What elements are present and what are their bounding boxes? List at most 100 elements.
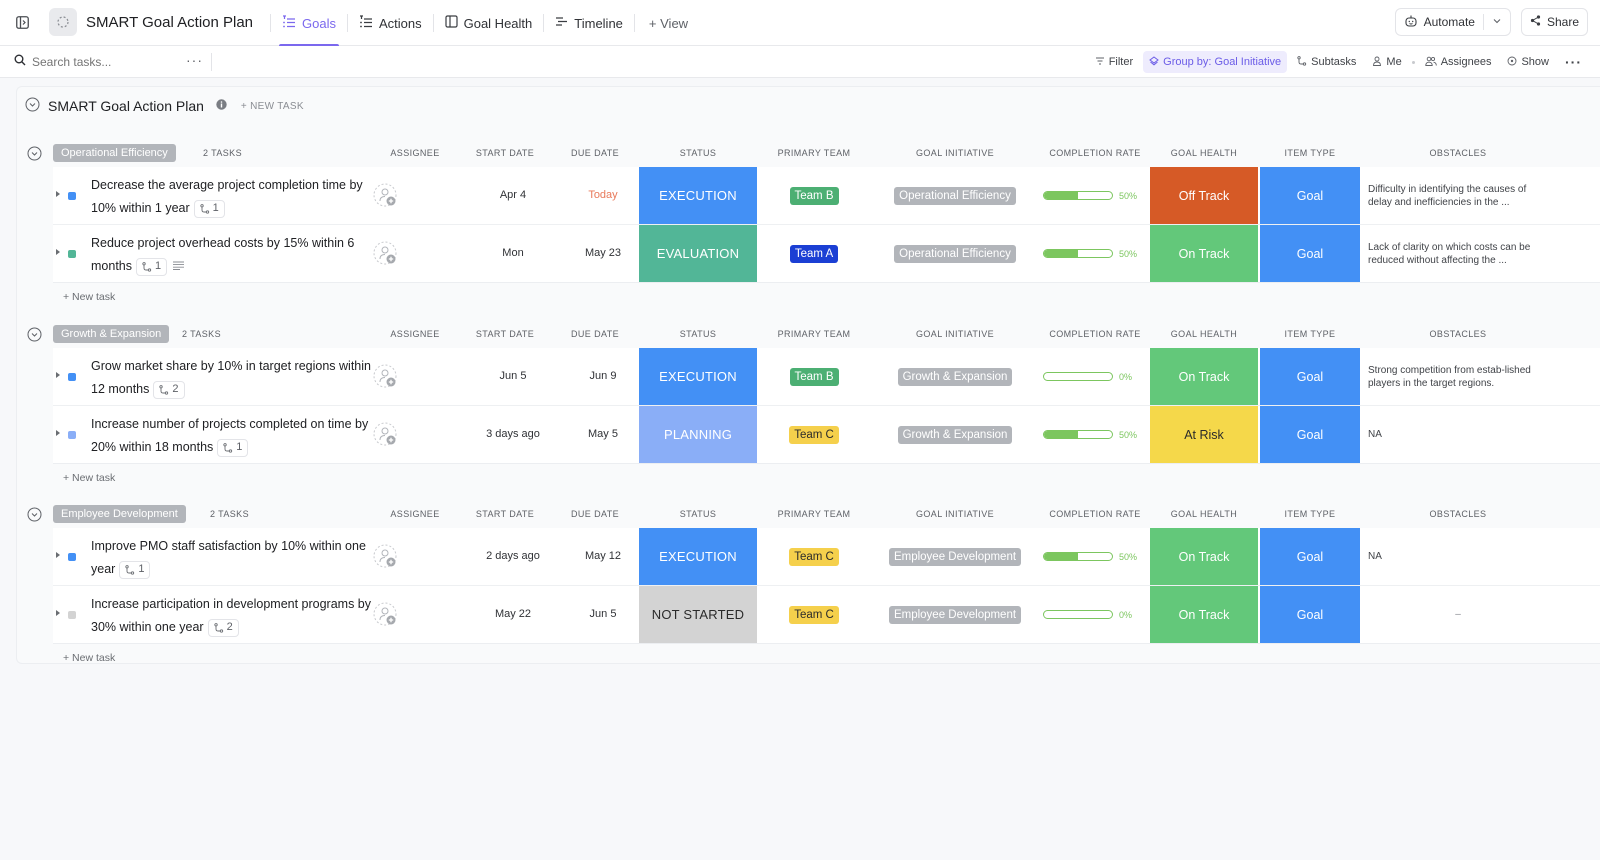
column-header-assignee[interactable]: ASSIGNEE bbox=[375, 329, 455, 339]
goal-initiative-cell[interactable]: Operational Efficiency bbox=[873, 167, 1037, 224]
column-header-completion-rate[interactable]: COMPLETION RATE bbox=[1040, 509, 1150, 519]
status-indicator-icon[interactable] bbox=[68, 611, 76, 619]
add-assignee-icon[interactable] bbox=[373, 183, 399, 212]
column-header-assignee[interactable]: ASSIGNEE bbox=[375, 148, 455, 158]
status-indicator-icon[interactable] bbox=[68, 192, 76, 200]
due-date[interactable]: May 12 bbox=[563, 550, 643, 562]
column-header-status[interactable]: STATUS bbox=[639, 148, 757, 158]
due-date[interactable]: Today bbox=[563, 189, 643, 201]
subtask-count-badge[interactable]: 1 bbox=[193, 199, 225, 218]
me-button[interactable]: Me bbox=[1366, 51, 1407, 73]
tab-timeline[interactable]: Timeline bbox=[544, 0, 634, 46]
status-indicator-icon[interactable] bbox=[68, 553, 76, 561]
column-header-start-date[interactable]: START DATE bbox=[465, 148, 545, 158]
due-date[interactable]: May 5 bbox=[563, 428, 643, 440]
column-header-status[interactable]: STATUS bbox=[639, 509, 757, 519]
add-task-button[interactable]: + New task bbox=[63, 472, 115, 484]
start-date[interactable]: 2 days ago bbox=[473, 550, 553, 562]
goal-health-cell[interactable]: On Track bbox=[1150, 586, 1258, 643]
collapse-group-icon[interactable] bbox=[27, 327, 42, 345]
completion-rate-cell[interactable]: 0% bbox=[1043, 348, 1153, 405]
task-name[interactable]: Grow market share by 10% in target regio… bbox=[91, 359, 371, 396]
item-type-cell[interactable]: Goal bbox=[1260, 348, 1360, 405]
primary-team-cell[interactable]: Team C bbox=[759, 528, 869, 585]
search-input[interactable] bbox=[32, 54, 172, 69]
obstacles-cell[interactable]: – bbox=[1368, 586, 1548, 643]
completion-rate-cell[interactable]: 50% bbox=[1043, 406, 1153, 463]
expand-subtasks-icon[interactable] bbox=[56, 430, 60, 436]
subtask-count-badge[interactable]: 1 bbox=[217, 438, 249, 457]
item-type-cell[interactable]: Goal bbox=[1260, 586, 1360, 643]
column-header-goal-health[interactable]: GOAL HEALTH bbox=[1150, 509, 1258, 519]
obstacles-cell[interactable]: Lack of clarity on which costs can be re… bbox=[1368, 225, 1548, 282]
goal-health-cell[interactable]: Off Track bbox=[1150, 167, 1258, 224]
goal-initiative-cell[interactable]: Employee Development bbox=[873, 586, 1037, 643]
primary-team-cell[interactable]: Team C bbox=[759, 406, 869, 463]
task-name-cell[interactable]: Increase number of projects completed on… bbox=[91, 413, 381, 459]
column-header-goal-health[interactable]: GOAL HEALTH bbox=[1150, 148, 1258, 158]
goal-initiative-cell[interactable]: Employee Development bbox=[873, 528, 1037, 585]
goal-initiative-cell[interactable]: Growth & Expansion bbox=[873, 348, 1037, 405]
primary-team-cell[interactable]: Team B bbox=[759, 167, 869, 224]
status-indicator-icon[interactable] bbox=[68, 250, 76, 258]
completion-rate-cell[interactable]: 50% bbox=[1043, 225, 1153, 282]
space-icon[interactable] bbox=[49, 8, 77, 36]
collapse-group-icon[interactable] bbox=[27, 507, 42, 525]
item-type-cell[interactable]: Goal bbox=[1260, 225, 1360, 282]
column-header-goal-initiative[interactable]: GOAL INITIATIVE bbox=[873, 509, 1037, 519]
goal-health-cell[interactable]: On Track bbox=[1150, 348, 1258, 405]
due-date[interactable]: Jun 5 bbox=[563, 608, 643, 620]
primary-team-cell[interactable]: Team B bbox=[759, 348, 869, 405]
add-task-button[interactable]: + New task bbox=[63, 291, 115, 303]
task-row[interactable]: Reduce project overhead costs by 15% wit… bbox=[53, 225, 1600, 283]
expand-subtasks-icon[interactable] bbox=[56, 610, 60, 616]
completion-rate-cell[interactable]: 50% bbox=[1043, 167, 1153, 224]
status-cell[interactable]: EXECUTION bbox=[639, 167, 757, 224]
column-header-obstacles[interactable]: OBSTACLES bbox=[1368, 509, 1548, 519]
start-date[interactable]: May 22 bbox=[473, 608, 553, 620]
column-header-due-date[interactable]: DUE DATE bbox=[555, 509, 635, 519]
group-name-badge[interactable]: Employee Development bbox=[53, 505, 186, 523]
status-cell[interactable]: EXECUTION bbox=[639, 348, 757, 405]
expand-subtasks-icon[interactable] bbox=[56, 372, 60, 378]
obstacles-cell[interactable]: NA bbox=[1368, 528, 1548, 585]
add-view-button[interactable]: + View bbox=[635, 0, 702, 46]
task-row[interactable]: Increase number of projects completed on… bbox=[53, 406, 1600, 464]
column-header-goal-initiative[interactable]: GOAL INITIATIVE bbox=[873, 329, 1037, 339]
add-assignee-icon[interactable] bbox=[373, 241, 399, 270]
start-date[interactable]: Jun 5 bbox=[473, 370, 553, 382]
add-assignee-icon[interactable] bbox=[373, 364, 399, 393]
column-header-obstacles[interactable]: OBSTACLES bbox=[1368, 148, 1548, 158]
column-header-item-type[interactable]: ITEM TYPE bbox=[1260, 509, 1360, 519]
task-name[interactable]: Decrease the average project completion … bbox=[91, 178, 363, 215]
primary-team-cell[interactable]: Team A bbox=[759, 225, 869, 282]
group-by-button[interactable]: Group by: Goal Initiative bbox=[1143, 51, 1288, 73]
group-name-badge[interactable]: Operational Efficiency bbox=[53, 144, 176, 162]
goal-initiative-cell[interactable]: Growth & Expansion bbox=[873, 406, 1037, 463]
add-assignee-icon[interactable] bbox=[373, 422, 399, 451]
subtask-count-badge[interactable]: 2 bbox=[207, 618, 239, 637]
task-row[interactable]: Increase participation in development pr… bbox=[53, 586, 1600, 644]
item-type-cell[interactable]: Goal bbox=[1260, 406, 1360, 463]
info-icon[interactable] bbox=[216, 99, 227, 113]
status-cell[interactable]: EVALUATION bbox=[639, 225, 757, 282]
search-options-icon[interactable]: ··· bbox=[186, 52, 203, 68]
assignees-button[interactable]: Assignees bbox=[1419, 51, 1498, 73]
add-assignee-icon[interactable] bbox=[373, 544, 399, 573]
task-row[interactable]: Improve PMO staff satisfaction by 10% wi… bbox=[53, 528, 1600, 586]
task-name-cell[interactable]: Decrease the average project completion … bbox=[91, 174, 381, 220]
status-cell[interactable]: NOT STARTED bbox=[639, 586, 757, 643]
column-header-goal-initiative[interactable]: GOAL INITIATIVE bbox=[873, 148, 1037, 158]
collapse-group-icon[interactable] bbox=[27, 146, 42, 164]
column-header-completion-rate[interactable]: COMPLETION RATE bbox=[1040, 329, 1150, 339]
task-name-cell[interactable]: Reduce project overhead costs by 15% wit… bbox=[91, 232, 381, 278]
column-header-due-date[interactable]: DUE DATE bbox=[555, 148, 635, 158]
group-name-badge[interactable]: Growth & Expansion bbox=[53, 325, 170, 343]
due-date[interactable]: Jun 9 bbox=[563, 370, 643, 382]
subtask-count-badge[interactable]: 1 bbox=[119, 560, 151, 579]
start-date[interactable]: Apr 4 bbox=[473, 189, 553, 201]
tab-goals[interactable]: Goals bbox=[271, 0, 347, 46]
column-header-start-date[interactable]: START DATE bbox=[465, 509, 545, 519]
completion-rate-cell[interactable]: 0% bbox=[1043, 586, 1153, 643]
goal-initiative-cell[interactable]: Operational Efficiency bbox=[873, 225, 1037, 282]
